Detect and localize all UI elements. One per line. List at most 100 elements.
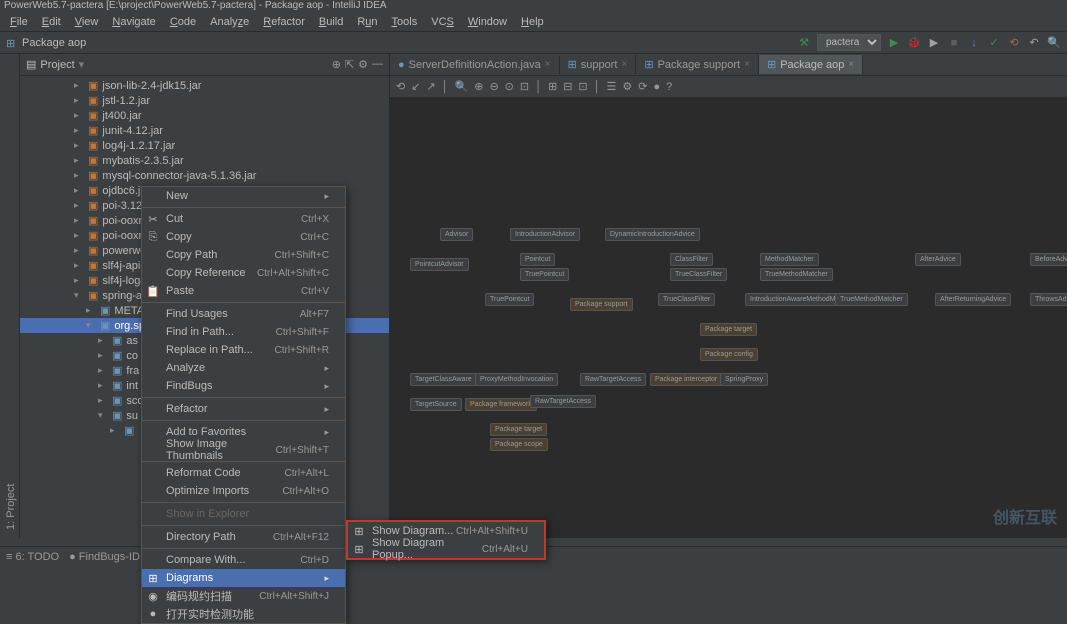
collapse-icon[interactable]: ⇱ [345, 58, 354, 71]
menu-item-compare-with-[interactable]: Compare With...Ctrl+D [142, 551, 345, 569]
diagram-node[interactable]: Package support [570, 298, 633, 311]
toolbar-icon[interactable]: ? [666, 81, 672, 93]
diagram-node[interactable]: AfterAdvice [915, 253, 961, 266]
close-icon[interactable]: × [545, 59, 551, 70]
toolbar-icon[interactable]: ● [653, 81, 660, 93]
debug-button[interactable]: 🐞 [907, 36, 921, 50]
status-todo[interactable]: ≡ 6: TODO [6, 551, 59, 563]
menu-window[interactable]: Window [462, 14, 513, 30]
menu-item-copy-reference[interactable]: Copy ReferenceCtrl+Alt+Shift+C [142, 264, 345, 282]
diagram-node[interactable]: TruePointcut [520, 268, 569, 281]
toolbar-icon[interactable]: ⚙ [622, 80, 632, 93]
diagram-node[interactable]: TrueClassFilter [670, 268, 727, 281]
toolbar-icon[interactable]: 🔍 [455, 80, 469, 93]
diagram-node[interactable]: Package target [490, 423, 547, 436]
editor-tab[interactable]: ⊞Package support× [636, 55, 759, 74]
menu-code[interactable]: Code [164, 14, 202, 30]
menu-item-refactor[interactable]: Refactor▸ [142, 400, 345, 418]
menu-analyze[interactable]: Analyze [204, 14, 255, 30]
context-menu[interactable]: New▸✂CutCtrl+X⎘CopyCtrl+CCopy PathCtrl+S… [141, 186, 346, 624]
diagram-node[interactable]: ClassFilter [670, 253, 713, 266]
toolbar-icon[interactable]: ⊞ [548, 80, 557, 93]
diagram-canvas[interactable]: Advisor IntroductionAdvisor DynamicIntro… [390, 98, 1067, 538]
editor-tab[interactable]: ⊞Package aop× [759, 55, 863, 74]
search-icon[interactable]: 🔍 [1047, 36, 1061, 50]
menu-item-cut[interactable]: ✂CutCtrl+X [142, 210, 345, 228]
menu-navigate[interactable]: Navigate [106, 14, 161, 30]
toolbar-icon[interactable]: ⊕ [474, 80, 483, 93]
vcs-update-icon[interactable]: ↓ [967, 36, 981, 50]
status-findbugs[interactable]: ● FindBugs-ID [69, 551, 140, 563]
menu-item-optimize-imports[interactable]: Optimize ImportsCtrl+Alt+O [142, 482, 345, 500]
diagram-node[interactable]: ThrowsAdvice [1030, 293, 1067, 306]
toolbar-icon[interactable]: ↗ [426, 80, 435, 93]
close-icon[interactable]: × [622, 59, 628, 70]
gutter-project[interactable]: 1: Project [5, 58, 17, 534]
toolbar-icon[interactable]: │ [442, 81, 449, 93]
diagram-node[interactable]: Package interceptor [650, 373, 722, 386]
tree-item[interactable]: ▸mysql-connector-java-5.1.36.jar [20, 168, 389, 183]
diagram-node[interactable]: DynamicIntroductionAdvice [605, 228, 700, 241]
toolbar-icon[interactable]: ⊙ [505, 80, 514, 93]
settings-icon[interactable]: ⚙ [358, 58, 368, 71]
diagram-node[interactable]: IntroductionAdvisor [510, 228, 580, 241]
diagram-node[interactable]: TrueClassFilter [658, 293, 715, 306]
menu-item-copy-path[interactable]: Copy PathCtrl+Shift+C [142, 246, 345, 264]
menu-tools[interactable]: Tools [386, 14, 424, 30]
toolbar-icon[interactable]: ⊡ [578, 80, 587, 93]
menu-item-new[interactable]: New▸ [142, 187, 345, 205]
diagram-node[interactable]: Package framework [465, 398, 537, 411]
menu-file[interactable]: File [4, 14, 34, 30]
diagram-node[interactable]: TrueMethodMatcher [760, 268, 833, 281]
tree-item[interactable]: ▸json-lib-2.4-jdk15.jar [20, 78, 389, 93]
submenu-item[interactable]: ⊞Show Diagram Popup...Ctrl+Alt+U [348, 540, 544, 558]
diagram-node[interactable]: TrueMethodMatcher [835, 293, 908, 306]
menu-item-reformat-code[interactable]: Reformat CodeCtrl+Alt+L [142, 464, 345, 482]
close-icon[interactable]: × [848, 59, 854, 70]
menu-item--[interactable]: ◉编码规约扫描Ctrl+Alt+Shift+J [142, 587, 345, 605]
diagram-node[interactable]: RawTargetAccess [530, 395, 596, 408]
toolbar-icon[interactable]: ⊖ [489, 80, 498, 93]
menu-item-show-image-thumbnails[interactable]: Show Image ThumbnailsCtrl+Shift+T [142, 441, 345, 459]
diagram-node[interactable]: Package scope [490, 438, 548, 451]
menu-item--[interactable]: ●打开实时检测功能 [142, 605, 345, 623]
diagram-node[interactable]: SpringProxy [720, 373, 768, 386]
editor-tab[interactable]: ●ServerDefinitionAction.java× [390, 56, 560, 74]
menu-edit[interactable]: Edit [36, 14, 67, 30]
tree-item[interactable]: ▸mybatis-2.3.5.jar [20, 153, 389, 168]
diagram-node[interactable]: TargetClassAware [410, 373, 477, 386]
menu-item-replace-in-path-[interactable]: Replace in Path...Ctrl+Shift+R [142, 341, 345, 359]
menu-item-paste[interactable]: 📋PasteCtrl+V [142, 282, 345, 300]
diagram-node[interactable]: AfterReturningAdvice [935, 293, 1011, 306]
editor-tab[interactable]: ⊞support× [560, 55, 637, 74]
toolbar-icon[interactable]: ⊟ [563, 80, 572, 93]
toolbar-icon[interactable]: ↙ [411, 80, 420, 93]
menu-vcs[interactable]: VCS [425, 14, 460, 30]
toolbar-icon[interactable]: ⟲ [396, 80, 405, 93]
hide-icon[interactable]: — [372, 58, 383, 71]
menu-item-find-usages[interactable]: Find UsagesAlt+F7 [142, 305, 345, 323]
toolbar-icon[interactable]: ⟳ [638, 80, 647, 93]
tree-item[interactable]: ▸log4j-1.2.17.jar [20, 138, 389, 153]
tree-item[interactable]: ▸junit-4.12.jar [20, 123, 389, 138]
diagram-node[interactable]: Advisor [440, 228, 473, 241]
menu-item-diagrams[interactable]: ⊞Diagrams▸ [142, 569, 345, 587]
coverage-button[interactable]: ▶ [927, 36, 941, 50]
run-config-select[interactable]: pactera [817, 34, 881, 51]
diagram-node[interactable]: PointcutAdvisor [410, 258, 469, 271]
diagrams-submenu[interactable]: ⊞Show Diagram...Ctrl+Alt+Shift+U⊞Show Di… [346, 520, 546, 560]
toolbar-icon[interactable]: │ [535, 81, 542, 93]
hammer-icon[interactable]: ⚒ [797, 36, 811, 50]
close-icon[interactable]: × [744, 59, 750, 70]
diagram-node[interactable]: Pointcut [520, 253, 555, 266]
menu-refactor[interactable]: Refactor [257, 14, 311, 30]
tree-item[interactable]: ▸jstl-1.2.jar [20, 93, 389, 108]
vcs-history-icon[interactable]: ⟲ [1007, 36, 1021, 50]
tree-item[interactable]: ▸jt400.jar [20, 108, 389, 123]
diagram-node[interactable]: Package config [700, 348, 758, 361]
diagram-node[interactable]: TargetSource [410, 398, 462, 411]
vcs-revert-icon[interactable]: ↶ [1027, 36, 1041, 50]
diagram-node[interactable]: RawTargetAccess [580, 373, 646, 386]
menu-item-find-in-path-[interactable]: Find in Path...Ctrl+Shift+F [142, 323, 345, 341]
stop-button[interactable]: ■ [947, 36, 961, 50]
